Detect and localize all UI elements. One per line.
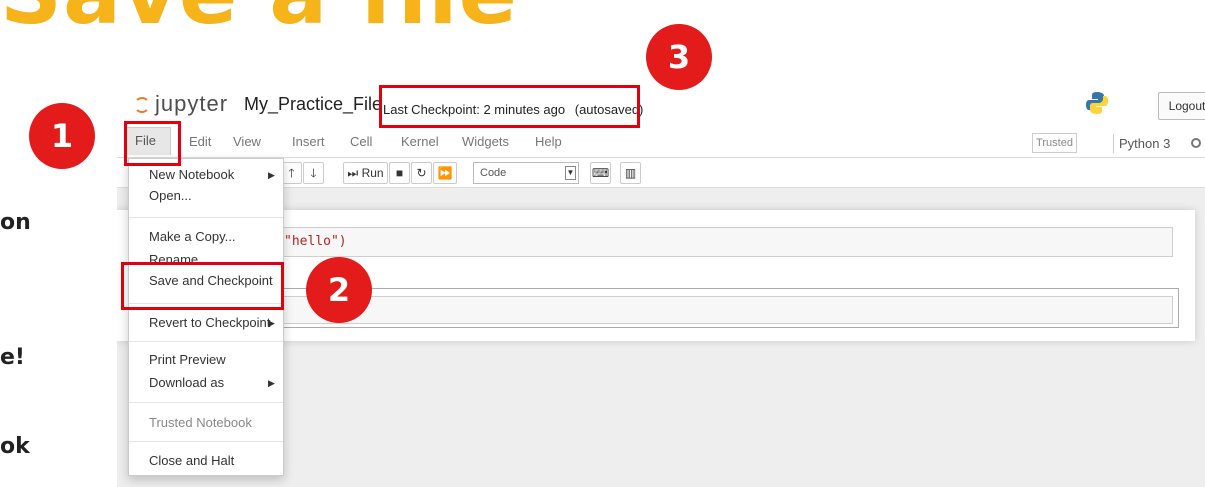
kernel-name[interactable]: Python 3: [1113, 134, 1170, 153]
bar-chart-icon: ▥: [624, 166, 637, 180]
highlight-checkpoint-status: [379, 85, 640, 128]
menu-view[interactable]: View: [233, 134, 261, 149]
stop-button[interactable]: ■: [389, 162, 410, 184]
menu-trusted-notebook: Trusted Notebook: [149, 415, 252, 430]
restart-button[interactable]: ↻: [411, 162, 432, 184]
menu-widgets[interactable]: Widgets: [462, 134, 509, 149]
submenu-arrow-icon: ▶: [268, 378, 275, 388]
menu-open[interactable]: Open...: [149, 188, 192, 203]
highlight-file-menu: [124, 121, 181, 166]
notebook-name[interactable]: My_Practice_File: [244, 94, 382, 115]
kernel-status-icon: [1191, 138, 1201, 148]
cell-type-value: Code: [480, 167, 507, 179]
file-dropdown-menu: New Notebook ▶ Open... Make a Copy... Re…: [128, 158, 284, 476]
stop-icon: ■: [395, 166, 404, 180]
run-icon: ⏭: [347, 166, 359, 180]
menu-help[interactable]: Help: [535, 134, 562, 149]
menu-divider: [129, 402, 283, 403]
submenu-arrow-icon: ▶: [268, 170, 275, 180]
move-up-button[interactable]: 🡑: [281, 162, 302, 184]
fast-forward-icon: ⏩: [437, 166, 453, 180]
menu-kernel[interactable]: Kernel: [401, 134, 439, 149]
run-label: Run: [361, 166, 384, 180]
keyboard-icon: ⌨: [591, 166, 610, 180]
chevron-down-icon: ▼: [565, 166, 576, 180]
arrow-down-icon: 🡓: [310, 166, 317, 180]
jupyter-logo-icon[interactable]: [134, 97, 150, 113]
menu-new-notebook[interactable]: New Notebook: [149, 167, 234, 182]
menu-divider: [129, 341, 283, 342]
jupyter-logo-text[interactable]: jupyter: [155, 91, 228, 117]
submenu-arrow-icon: ▶: [268, 318, 275, 328]
restart-run-all-button[interactable]: ⏩: [433, 162, 457, 184]
restart-icon: ↻: [416, 166, 427, 180]
slide-title: Save a file: [0, 0, 518, 44]
step-3-badge: 3: [646, 24, 712, 90]
logout-button[interactable]: Logout: [1158, 92, 1205, 120]
menu-print-preview[interactable]: Print Preview: [149, 352, 226, 367]
side-text-line-1: on: [0, 210, 31, 235]
menu-insert[interactable]: Insert: [292, 134, 325, 149]
menu-divider: [129, 441, 283, 442]
arrow-up-icon: 🡑: [288, 166, 295, 180]
chart-button[interactable]: ▥: [620, 162, 641, 184]
code-cell-2[interactable]: [277, 296, 1173, 324]
code-cell-1[interactable]: "hello"): [277, 227, 1173, 257]
menu-download-as[interactable]: Download as: [149, 375, 224, 390]
side-text-line-2: e!: [0, 345, 25, 370]
menu-cell[interactable]: Cell: [350, 134, 372, 149]
cell-type-select[interactable]: Code ▼: [473, 162, 579, 184]
run-button[interactable]: ⏭ Run: [343, 162, 388, 184]
step-2-badge: 2: [306, 257, 372, 323]
menu-edit[interactable]: Edit: [189, 134, 211, 149]
highlight-save-checkpoint: [121, 262, 284, 310]
move-down-button[interactable]: 🡓: [303, 162, 324, 184]
menu-make-copy[interactable]: Make a Copy...: [149, 229, 235, 244]
slide: Save a file on e! ok jupyter My_Practice…: [0, 0, 1205, 487]
python-logo-icon: [1086, 92, 1108, 114]
side-text-line-3: ok: [0, 434, 30, 459]
step-1-badge: 1: [29, 103, 95, 169]
menu-revert-checkpoint[interactable]: Revert to Checkpoint: [149, 315, 270, 330]
menu-divider: [129, 217, 283, 218]
trusted-badge[interactable]: Trusted: [1032, 133, 1077, 153]
command-palette-button[interactable]: ⌨: [590, 162, 611, 184]
menu-close-halt[interactable]: Close and Halt: [149, 453, 234, 468]
